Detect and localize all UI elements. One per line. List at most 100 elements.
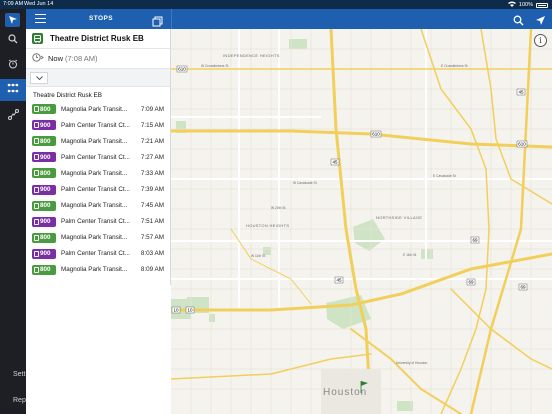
bus-icon — [34, 218, 39, 225]
departure-time: 8:09 AM — [140, 266, 164, 274]
rail-search-button[interactable] — [0, 29, 26, 51]
svg-text:45: 45 — [518, 90, 524, 95]
departure-time: 7:15 AM — [140, 121, 164, 129]
departure-time-selector[interactable]: Now (7:08 AM) — [26, 49, 170, 69]
status-bar: 7:09 AM Wed Jun 14 100% — [0, 0, 552, 9]
info-button[interactable]: i — [534, 34, 547, 47]
highway-shield: 10 — [185, 306, 195, 314]
departure-row[interactable]: 900 Palm Center Transit Ct... 8:03 AM — [26, 246, 170, 262]
header-divider — [171, 9, 172, 29]
search-icon — [513, 15, 524, 26]
highway-shield: 610 — [370, 130, 382, 138]
route-number: 900 — [40, 121, 51, 129]
rail-route-button[interactable] — [0, 105, 26, 127]
battery-icon — [536, 2, 548, 8]
highway-shield: 10 — [171, 306, 181, 314]
status-date: Wed Jun 14 — [24, 1, 54, 7]
bus-icon — [34, 202, 39, 209]
route-number: 900 — [40, 153, 51, 161]
destination: Palm Center Transit Ct... — [61, 121, 130, 129]
route-badge: 800 — [32, 200, 56, 211]
departure-time: 7:09 AM — [140, 105, 164, 113]
route-badge: 800 — [32, 232, 56, 243]
map-canvas: 610 610 45 45 69 69 10 10 45 610 69 INDE… — [171, 29, 552, 414]
park-area — [353, 219, 385, 251]
departure-row[interactable]: 800 Magnolia Park Transit... 7:09 AM — [26, 101, 170, 117]
highway-shield: 45 — [330, 158, 340, 166]
map-label: W 20th St — [271, 206, 286, 210]
departure-row[interactable]: 800 Magnolia Park Transit... 8:09 AM — [26, 262, 170, 278]
svg-text:610: 610 — [518, 142, 526, 147]
search-icon — [8, 31, 18, 49]
map-label: E Cavalcade St — [433, 174, 456, 178]
bus-icon — [34, 170, 39, 177]
svg-text:610: 610 — [372, 132, 380, 137]
stops-icon — [7, 81, 19, 99]
bus-stop-icon — [32, 33, 43, 44]
departure-row[interactable]: 900 Palm Center Transit Ct... 7:39 AM — [26, 181, 170, 197]
route-badge: 900 — [32, 120, 56, 131]
expand-button[interactable] — [30, 72, 48, 84]
departure-row[interactable]: 800 Magnolia Park Transit... 7:21 AM — [26, 133, 170, 149]
bus-icon — [34, 250, 39, 257]
departure-time: 7:45 AM — [140, 202, 164, 210]
chevron-down-icon — [35, 76, 43, 80]
departure-time: 7:57 AM — [140, 234, 164, 242]
svg-text:69: 69 — [472, 238, 478, 243]
map-label: INDEPENDENCE HEIGHTS — [223, 53, 280, 58]
destination: Palm Center Transit Ct... — [61, 153, 130, 161]
highway-shield: 45 — [334, 276, 344, 284]
selected-stop[interactable]: Theatre District Rusk EB — [26, 29, 170, 49]
map-label: University of Houston — [396, 361, 427, 365]
rail-stops-button[interactable] — [0, 79, 26, 101]
rail-settings-label[interactable]: Sett — [13, 371, 25, 378]
departure-row[interactable]: 900 Palm Center Transit Ct... 7:15 AM — [26, 117, 170, 133]
time-now-value: (7:08 AM) — [65, 54, 98, 63]
route-number: 800 — [40, 137, 51, 145]
rail-alarm-button[interactable] — [0, 54, 26, 76]
route-number: 900 — [40, 250, 51, 258]
menu-button[interactable] — [35, 14, 46, 23]
rail-report-label[interactable]: Rep — [13, 397, 26, 404]
destination: Magnolia Park Transit... — [61, 137, 128, 145]
page-title: STOPS — [89, 15, 113, 22]
map-label: E 11th St — [403, 253, 416, 257]
bus-icon — [34, 138, 39, 145]
copy-icon — [152, 16, 163, 27]
departures-title: Theatre District Rusk EB — [33, 92, 102, 99]
route-badge: 900 — [32, 152, 56, 163]
route-badge: 900 — [32, 216, 56, 227]
top-bar: STOPS — [26, 9, 552, 29]
park-area — [289, 39, 307, 49]
departure-time: 7:33 AM — [140, 169, 164, 177]
departure-row[interactable]: 800 Magnolia Park Transit... 7:45 AM — [26, 198, 170, 214]
app-logo — [5, 13, 20, 27]
destination: Magnolia Park Transit... — [61, 105, 128, 113]
departure-row[interactable]: 800 Magnolia Park Transit... 7:33 AM — [26, 165, 170, 181]
bus-icon — [34, 122, 39, 129]
departure-row[interactable]: 800 Magnolia Park Transit... 7:57 AM — [26, 230, 170, 246]
route-badge: 900 — [32, 184, 56, 195]
route-number: 800 — [40, 202, 51, 210]
map-view[interactable]: 610 610 45 45 69 69 10 10 45 610 69 INDE… — [171, 29, 552, 414]
route-number: 800 — [40, 105, 51, 113]
route-badge: 800 — [32, 264, 56, 275]
route-number: 900 — [40, 218, 51, 226]
stops-panel: Theatre District Rusk EB Now (7:08 AM) T… — [26, 29, 171, 285]
departure-row[interactable]: 900 Palm Center Transit Ct... 7:27 AM — [26, 149, 170, 165]
clock-icon — [32, 53, 44, 64]
destination: Magnolia Park Transit... — [61, 202, 128, 210]
destination: Magnolia Park Transit... — [61, 234, 128, 242]
highway-shield: 69 — [466, 278, 476, 286]
map-label: W Cavalcade St — [293, 181, 317, 185]
wifi-icon — [507, 1, 516, 9]
side-rail: Sett Rep — [0, 9, 26, 414]
map-label: E Crosstimbers St — [441, 64, 468, 68]
route-number: 900 — [40, 186, 51, 194]
route-number: 800 — [40, 169, 51, 177]
departure-time: 8:03 AM — [140, 250, 164, 258]
route-badge: 900 — [32, 248, 56, 259]
bus-icon — [34, 154, 39, 161]
departure-row[interactable]: 900 Palm Center Transit Ct... 7:51 AM — [26, 214, 170, 230]
map-label: NORTHSIDE VILLAGE — [376, 215, 422, 220]
